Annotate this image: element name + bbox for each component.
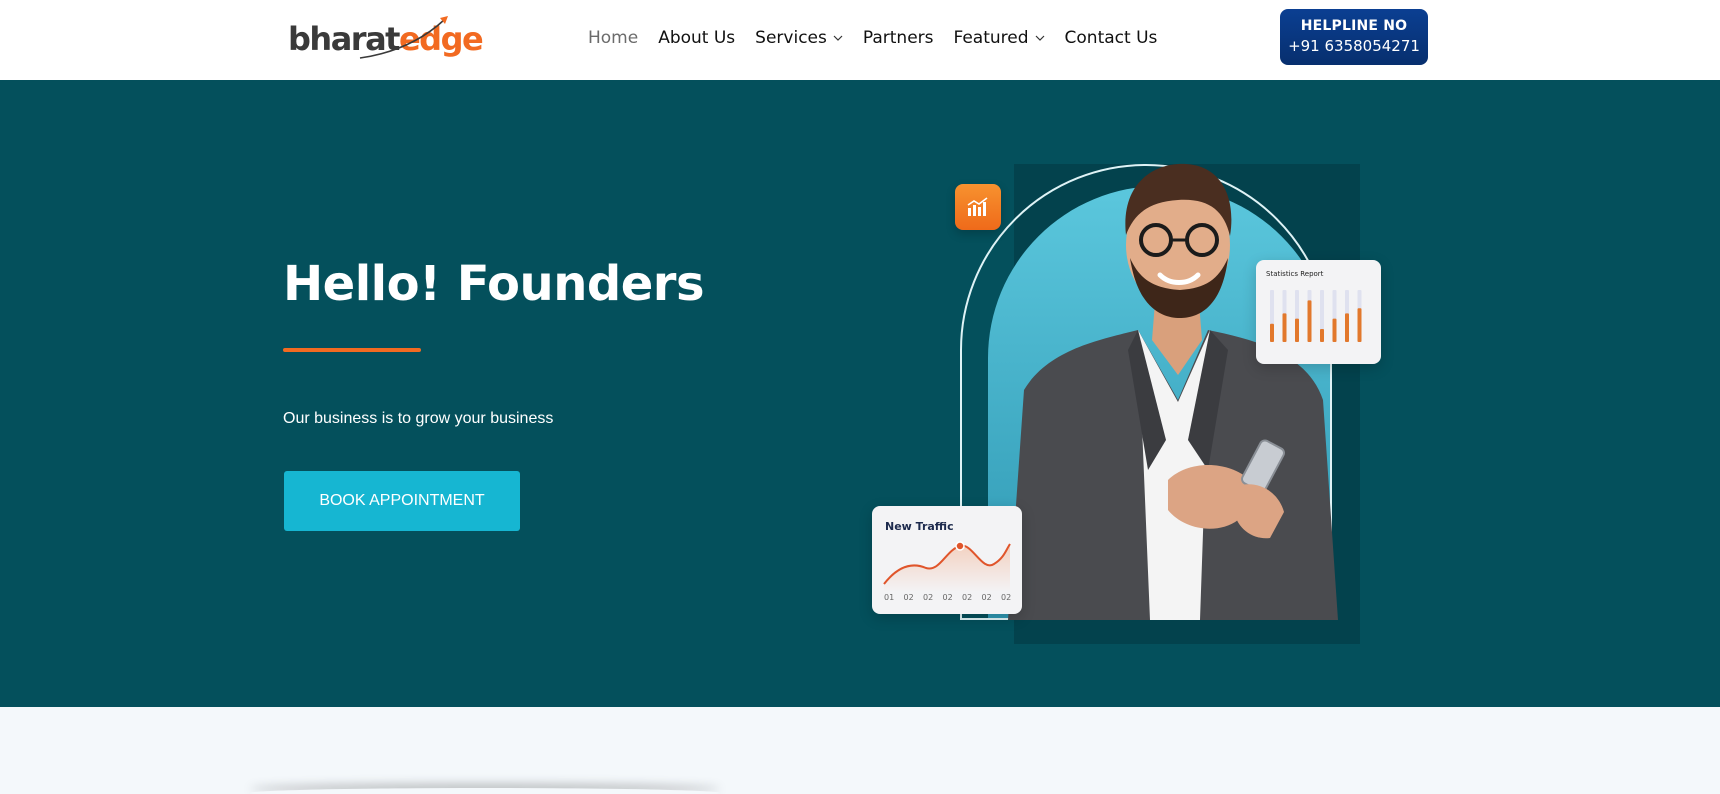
hero-section: Hello! Founders Our business is to grow … [0,80,1720,707]
hero-illustration: Statistics Report New Traffic 01 02 02 02 02… [860,140,1400,644]
nav-item-featured[interactable]: Featured [954,28,1045,48]
stats-bar [1345,313,1349,342]
site-header: bharatedge Home About Us Services Partne… [0,0,1720,80]
analytics-icon [955,184,1001,230]
nav-label: Services [755,28,827,48]
book-appointment-button[interactable]: BOOK APPOINTMENT [284,471,520,531]
nav-item-home[interactable]: Home [588,28,638,48]
hero-divider [283,348,421,352]
next-section [0,707,1720,794]
hero-title: Hello! Founders [283,256,705,312]
nav-label: About Us [658,28,736,48]
new-traffic-card: New Traffic 01 02 02 02 02 02 02 [872,506,1022,614]
statistics-report-card: Statistics Report [1256,260,1381,364]
card-shadow-edge [250,788,720,794]
nav-item-contact-us[interactable]: Contact Us [1065,28,1158,48]
stats-bar [1307,300,1312,342]
chevron-down-icon [1035,35,1044,41]
nav-item-partners[interactable]: Partners [863,28,934,48]
hero-subtitle: Our business is to grow your business [283,410,554,427]
nav-item-services[interactable]: Services [755,28,843,48]
chevron-down-icon [833,35,843,41]
helpline-number: +91 6358054271 [1288,37,1420,55]
traffic-tick-label: 01 [884,593,895,602]
traffic-x-ticks: 01 02 02 02 02 02 02 [884,593,1021,602]
traffic-tick-label: 02 [903,593,914,602]
traffic-tick-label: 02 [1001,593,1012,602]
traffic-tick-label: 02 [981,593,992,602]
stats-bar [1320,329,1324,342]
main-nav: Home About Us Services Partners Featured… [588,26,1177,50]
businessman-image [1008,163,1338,620]
traffic-tick-label: 02 [962,593,973,602]
helpline-title: HELPLINE NO [1300,18,1408,34]
stats-bar [1357,308,1362,342]
statistics-bars [1270,290,1362,342]
nav-item-about-us[interactable]: About Us [658,28,735,48]
logo-swoosh-icon [359,16,448,59]
bharatedge-logo[interactable]: bharatedge [288,14,484,62]
stats-bar [1295,318,1299,342]
stats-bar [1270,323,1274,342]
stats-bar [1332,318,1337,342]
stats-bar [1282,313,1287,342]
nav-label: Featured [953,28,1029,48]
helpline-button[interactable]: HELPLINE NO +91 6358054271 [1280,9,1428,65]
nav-label: Partners [862,28,934,48]
traffic-tick-label: 02 [923,593,934,602]
nav-label: Home [588,28,639,48]
traffic-tick-label: 02 [942,593,953,602]
nav-label: Contact Us [1064,28,1158,48]
